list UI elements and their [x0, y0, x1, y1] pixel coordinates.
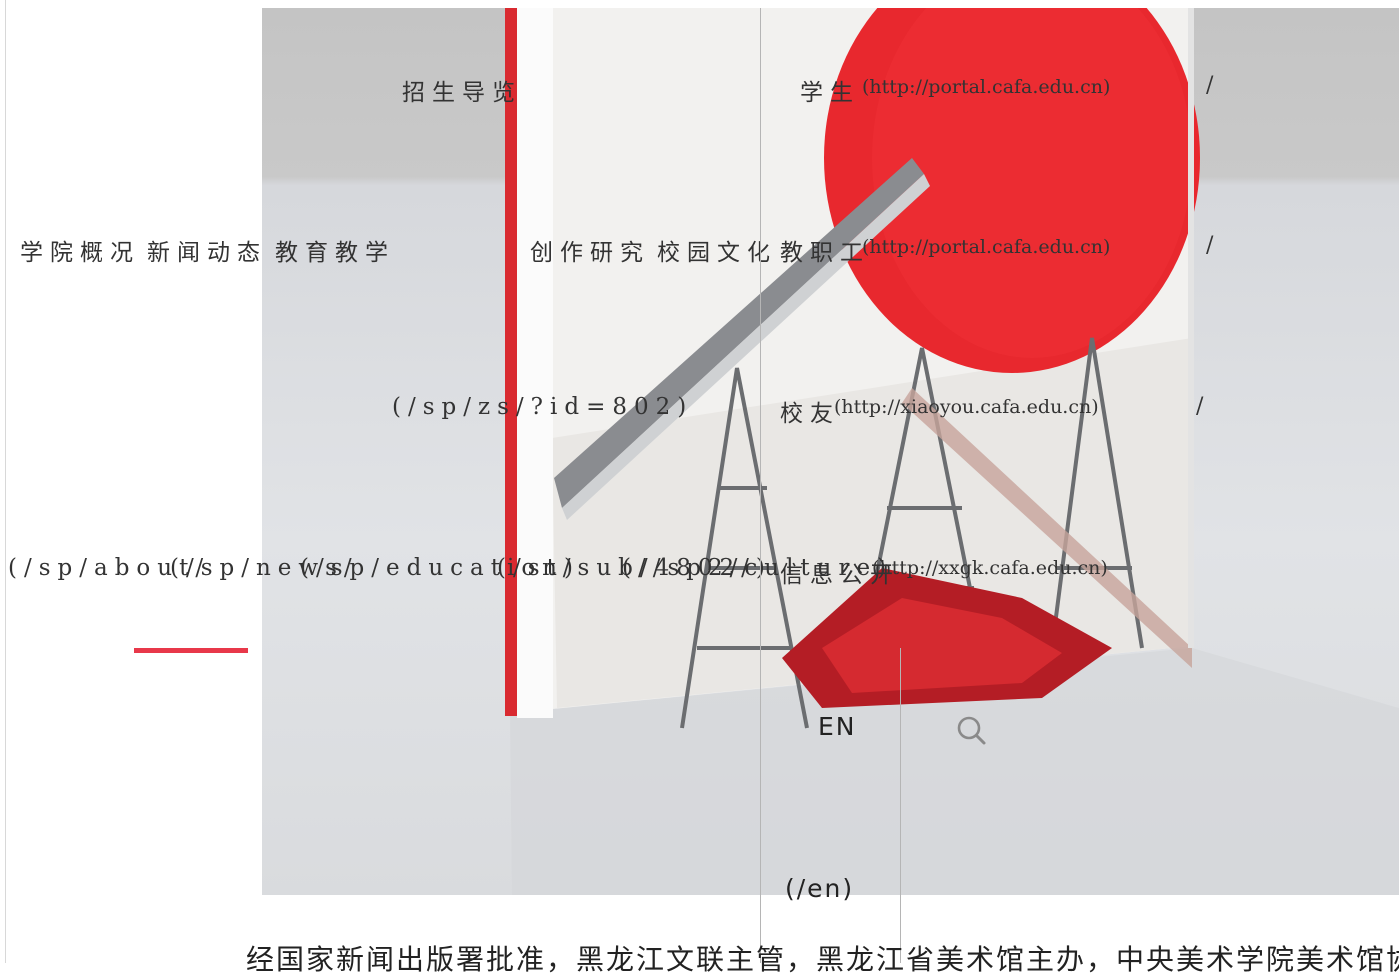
language-switch-link[interactable]: (/en) [785, 874, 854, 903]
nav-active-indicator [134, 648, 248, 653]
search-icon[interactable] [955, 714, 989, 748]
nav-item-education[interactable]: 教育教学 [275, 233, 395, 267]
link-alumni-url[interactable]: (http://xiaoyou.cafa.edu.cn) [834, 396, 1099, 418]
hero-image [262, 8, 1399, 895]
intro-text: 经国家新闻出版署批准，黑龙江文联主管，黑龙江省美术馆主办，中央美术学院美术馆协 [246, 943, 1399, 976]
nav-item-culture[interactable]: 校园文化 [657, 233, 777, 267]
nav-item-research[interactable]: 创作研究 [530, 233, 650, 267]
divider-line [760, 8, 761, 963]
hero-book-illustration [505, 8, 1399, 895]
language-switch-en[interactable]: EN [818, 712, 857, 741]
nav-item-about[interactable]: 学院概况 [20, 233, 140, 267]
link-alumni[interactable]: 校友 [780, 394, 840, 428]
link-separator: / [1206, 73, 1214, 98]
link-staff[interactable]: 教职工 [780, 233, 870, 267]
link-student[interactable]: 学生 [800, 73, 860, 107]
nav-item-news[interactable]: 新闻动态 [147, 233, 267, 267]
link-separator: / [1196, 394, 1204, 419]
link-info-disclosure-url[interactable]: (http://xxgk.cafa.edu.cn) [872, 557, 1108, 579]
link-separator: / [1206, 233, 1214, 258]
divider-line [900, 648, 901, 963]
link-staff-url[interactable]: (http://portal.cafa.edu.cn) [862, 236, 1110, 258]
page-edge [5, 0, 6, 963]
nav-item-admissions[interactable]: 招生导览 [402, 73, 522, 107]
link-student-url[interactable]: (http://portal.cafa.edu.cn) [862, 76, 1110, 98]
nav-link-admissions[interactable]: (/sp/zs/?id=802) [392, 394, 693, 420]
